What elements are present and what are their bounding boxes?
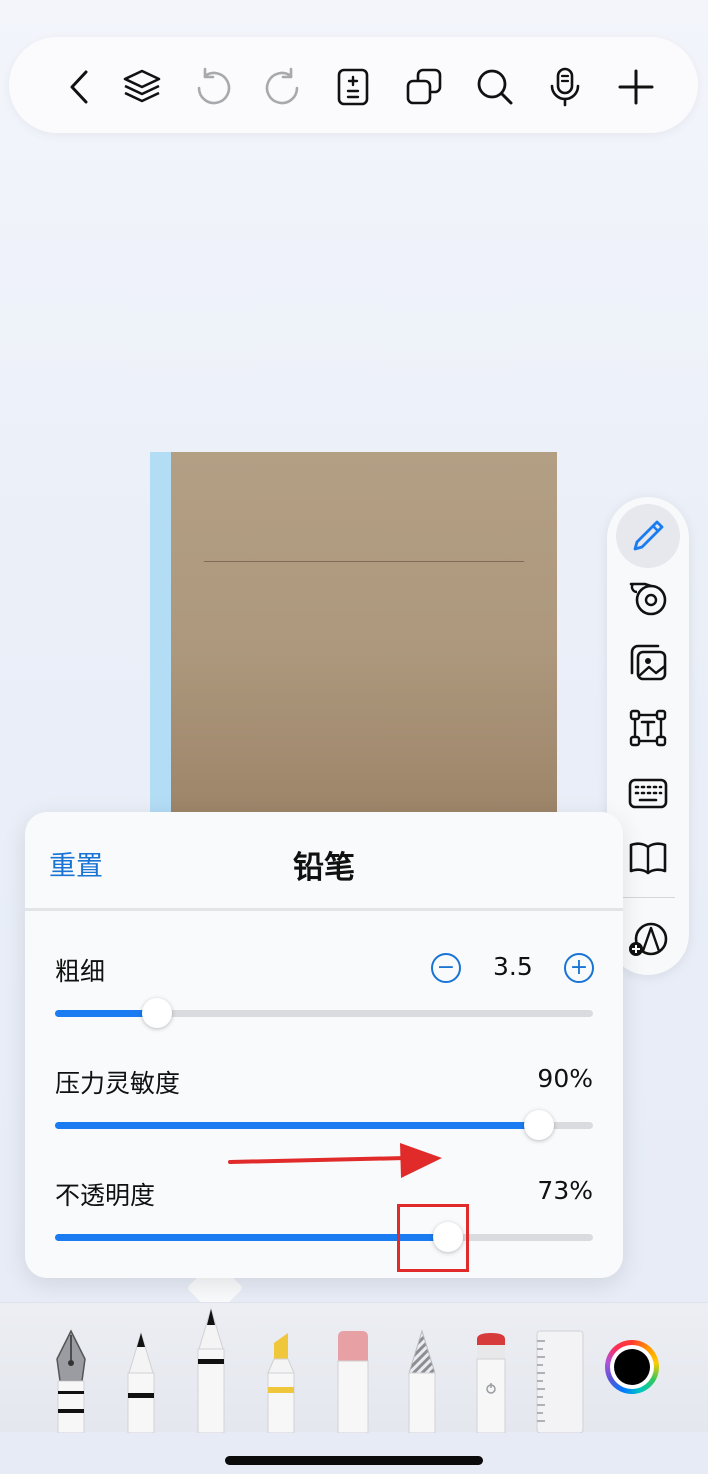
voice-button[interactable] [539,61,591,113]
image-icon [630,644,667,681]
book-icon [629,842,667,875]
ballpoint-pen-tool[interactable] [124,1303,158,1433]
keyboard-icon [628,778,668,809]
page-plus-minus-icon [337,68,369,106]
highlighter-icon [267,1333,295,1433]
layers-icon [123,69,161,103]
opacity-slider-fill [55,1234,448,1241]
keyboard-button[interactable] [616,761,680,825]
current-color-swatch [614,1349,650,1385]
notebook-cover[interactable] [150,452,557,812]
text-box-icon [629,709,667,747]
text-box-button[interactable] [616,696,680,760]
redo-icon [265,67,299,105]
thickness-value: 3.5 [493,952,533,981]
thickness-increase-button[interactable]: + [564,953,594,983]
fountain-pen-icon [56,1329,86,1433]
eraser-icon [337,1331,369,1433]
color-picker-button[interactable] [605,1340,659,1394]
pressure-label: 压力灵敏度 [55,1069,181,1098]
pressure-slider-fill [55,1122,540,1129]
search-button[interactable] [469,61,521,113]
pencil-tool[interactable] [194,1303,228,1433]
opacity-label: 不透明度 [55,1181,156,1210]
audio-recorder-button[interactable] [616,566,680,630]
pencil-tool-icon [197,1307,225,1433]
thickness-decrease-button[interactable]: − [431,953,461,983]
ruler-tool[interactable] [535,1303,585,1433]
thickness-label: 粗细 [55,957,106,986]
lasso-tool[interactable] [405,1303,439,1433]
pressure-slider[interactable] [55,1110,593,1140]
eraser-tool[interactable] [336,1303,370,1433]
home-indicator[interactable] [225,1456,483,1465]
insert-image-button[interactable] [616,631,680,695]
chevron-left-icon [70,70,88,104]
pencil-icon [633,520,664,551]
plus-icon [618,69,654,105]
add-shapes-button[interactable] [616,907,680,971]
color-marker-tool[interactable] [474,1303,508,1433]
opacity-slider[interactable] [55,1222,593,1252]
side-toolbar-divider [621,897,675,898]
page-manage-button[interactable] [327,61,379,113]
top-toolbar [9,37,698,133]
undo-button[interactable] [187,61,239,113]
layers-button[interactable] [116,61,168,113]
annotation-arrow [228,1143,442,1178]
microphone-icon [550,67,580,107]
fountain-pen-tool[interactable] [53,1303,89,1433]
add-button[interactable] [610,61,662,113]
notebook-title-line [204,561,524,562]
color-picker-ring [610,1345,654,1389]
thickness-slider-thumb[interactable] [142,998,173,1028]
undo-icon [197,67,231,105]
marker-icon [476,1333,506,1433]
pressure-slider-thumb[interactable] [524,1110,555,1140]
ruler-icon [536,1330,584,1433]
highlighter-tool[interactable] [264,1303,298,1433]
redo-button[interactable] [257,61,309,113]
ballpoint-pen-icon [127,1331,155,1433]
popover-header: 重置 铅笔 [25,812,623,908]
back-button[interactable] [55,61,107,113]
copy-icon [406,68,442,105]
minus-icon: − [436,955,456,980]
pressure-value: 90% [537,1064,593,1093]
plus-icon: + [569,955,589,980]
popover-title: 铅笔 [293,850,355,886]
copy-button[interactable] [398,61,450,113]
reader-button[interactable] [616,826,680,890]
tape-record-icon [629,582,667,616]
opacity-value: 73% [537,1176,593,1205]
annotation-highlight-box [397,1204,469,1272]
pen-tool-button[interactable] [616,504,680,568]
notebook-spine [150,452,171,812]
tool-tray [0,1302,708,1433]
shapes-plus-icon [629,922,668,956]
thickness-slider[interactable] [55,998,593,1028]
popover-divider [25,908,623,911]
lasso-icon [408,1329,436,1433]
search-icon [477,69,513,105]
pen-settings-popover: 重置 铅笔 粗细 − 3.5 + 压力灵敏度 90% 不透明度 73% [25,812,623,1278]
